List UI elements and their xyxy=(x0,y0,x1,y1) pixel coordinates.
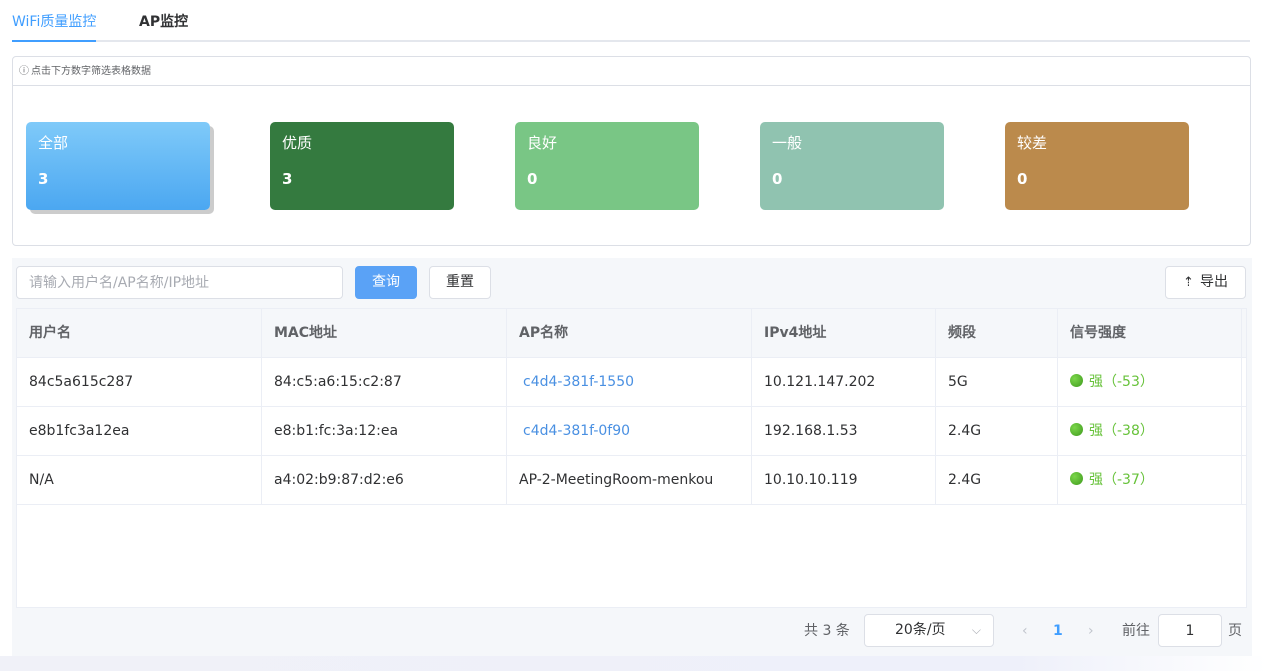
cell-username: N/A xyxy=(17,456,262,504)
bottom-shade xyxy=(0,656,1268,671)
cell-username: e8b1fc3a12ea xyxy=(17,407,262,455)
column-header: 信号强度 xyxy=(1058,309,1242,357)
stat-card-label: 较差 xyxy=(1017,134,1048,152)
stats-hint-text: 点击下方数字筛选表格数据 xyxy=(31,66,151,77)
reset-button[interactable]: 重置 xyxy=(429,266,491,299)
stats-panel: ⓘ 点击下方数字筛选表格数据 全部 3 优质 3 良好 0 一般 0 较差 0 xyxy=(12,56,1251,246)
ap-name-link[interactable]: c4d4-381f-1550 xyxy=(519,374,634,390)
cell-band: 5G xyxy=(936,358,1058,406)
pagination-total: 共 3 条 xyxy=(804,623,850,639)
tab-ap-monitor[interactable]: AP监控 xyxy=(139,12,188,32)
page-size-value: 20条/页 xyxy=(895,622,946,638)
cell-signal: 强（-38） xyxy=(1058,407,1242,455)
column-header: 用户名 xyxy=(17,309,262,357)
stat-card-poor[interactable]: 较差 0 xyxy=(1005,122,1189,210)
goto-label: 前往 xyxy=(1122,623,1150,639)
table-area: 查询 重置 ⇡ 导出 用户名 MAC地址 AP名称 IPv4地址 频段 信号强度 … xyxy=(12,258,1252,656)
export-label: 导出 xyxy=(1199,274,1228,290)
cell-username: 84c5a615c287 xyxy=(17,358,262,406)
stats-hint: ⓘ 点击下方数字筛选表格数据 xyxy=(13,57,1250,86)
column-header: AP名称 xyxy=(507,309,752,357)
cell-mac: e8:b1:fc:3a:12:ea xyxy=(262,407,507,455)
cell-ipv4: 192.168.1.53 xyxy=(752,407,936,455)
stat-card-count[interactable]: 3 xyxy=(282,168,442,190)
signal-dot-icon xyxy=(1070,423,1083,436)
table-row: N/A a4:02:b9:87:d2:e6 AP-2-MeetingRoom-m… xyxy=(17,456,1246,505)
stat-card-label: 良好 xyxy=(527,134,558,152)
stat-card-label: 优质 xyxy=(282,134,313,152)
column-header: IPv4地址 xyxy=(752,309,936,357)
stat-card-count[interactable]: 0 xyxy=(527,168,687,190)
stat-card-fair[interactable]: 一般 0 xyxy=(760,122,944,210)
cell-signal: 强（-37） xyxy=(1058,456,1242,504)
stat-card-label: 一般 xyxy=(772,134,803,152)
cell-ap-name: c4d4-381f-0f90 xyxy=(507,407,752,455)
signal-dot-icon xyxy=(1070,472,1083,485)
goto-page-input[interactable] xyxy=(1158,614,1222,647)
table-header-row: 用户名 MAC地址 AP名称 IPv4地址 频段 信号强度 xyxy=(17,309,1246,358)
signal-text: 强（-53） xyxy=(1089,374,1154,390)
export-button[interactable]: ⇡ 导出 xyxy=(1165,266,1246,299)
table-row: 84c5a615c287 84:c5:a6:15:c2:87 c4d4-381f… xyxy=(17,358,1246,407)
cell-band: 2.4G xyxy=(936,407,1058,455)
signal-text: 强（-37） xyxy=(1089,472,1154,488)
cell-ipv4: 10.121.147.202 xyxy=(752,358,936,406)
prev-page-button[interactable]: ‹ xyxy=(1022,621,1028,641)
stat-card-good[interactable]: 良好 0 xyxy=(515,122,699,210)
signal-dot-icon xyxy=(1070,374,1083,387)
column-header: MAC地址 xyxy=(262,309,507,357)
cell-signal: 强（-53） xyxy=(1058,358,1242,406)
stat-card-count[interactable]: 3 xyxy=(38,168,198,190)
signal-text: 强（-38） xyxy=(1089,423,1154,439)
ap-name-link[interactable]: c4d4-381f-0f90 xyxy=(519,423,630,439)
stat-card-all[interactable]: 全部 3 xyxy=(26,122,210,210)
stat-card-label: 全部 xyxy=(38,134,69,152)
tab-bar: WiFi质量监控 AP监控 xyxy=(12,0,1250,42)
cell-ap-name: AP-2-MeetingRoom-menkou xyxy=(507,456,752,504)
stat-card-count[interactable]: 0 xyxy=(772,168,932,190)
cell-mac: 84:c5:a6:15:c2:87 xyxy=(262,358,507,406)
column-header: 频段 xyxy=(936,309,1058,357)
goto-suffix: 页 xyxy=(1228,623,1242,639)
cell-band: 2.4G xyxy=(936,456,1058,504)
cell-mac: a4:02:b9:87:d2:e6 xyxy=(262,456,507,504)
page-number-current[interactable]: 1 xyxy=(1053,621,1063,641)
cell-ipv4: 10.10.10.119 xyxy=(752,456,936,504)
page-size-select[interactable]: 20条/页 ⌵ xyxy=(864,614,994,647)
data-table: 用户名 MAC地址 AP名称 IPv4地址 频段 信号强度 84c5a615c2… xyxy=(16,308,1247,608)
stat-card-excellent[interactable]: 优质 3 xyxy=(270,122,454,210)
cell-ap-name: c4d4-381f-1550 xyxy=(507,358,752,406)
query-button[interactable]: 查询 xyxy=(355,266,417,299)
info-circle-icon: ⓘ xyxy=(19,66,29,77)
table-row: e8b1fc3a12ea e8:b1:fc:3a:12:ea c4d4-381f… xyxy=(17,407,1246,456)
tab-wifi-quality[interactable]: WiFi质量监控 xyxy=(12,12,97,42)
stat-card-count[interactable]: 0 xyxy=(1017,168,1177,190)
upload-icon: ⇡ xyxy=(1183,275,1194,290)
pagination: 共 3 条 20条/页 ⌵ ‹ 1 › 前往 页 xyxy=(12,614,1252,648)
search-input[interactable] xyxy=(16,266,343,299)
next-page-button[interactable]: › xyxy=(1088,621,1094,641)
chevron-down-icon: ⌵ xyxy=(971,623,981,637)
